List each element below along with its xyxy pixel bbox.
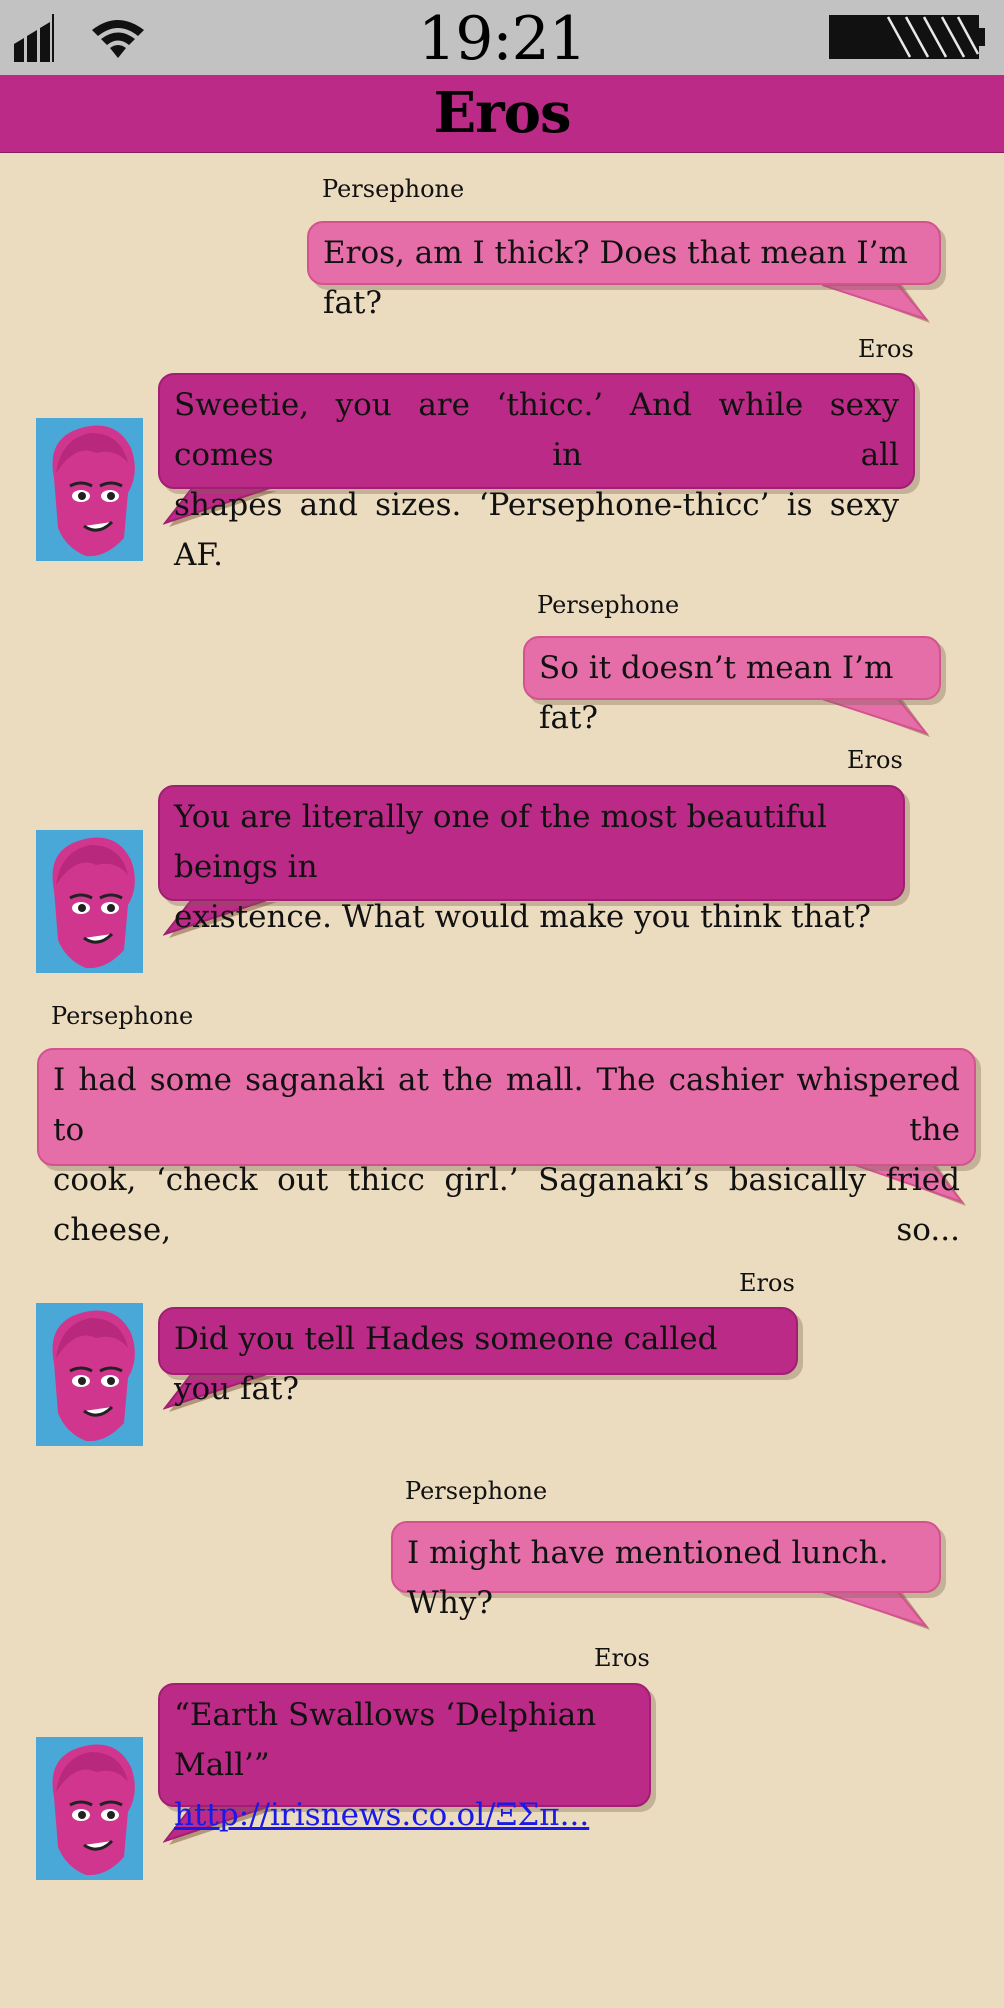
message-text: “Earth Swallows ‘Delphian Mall’” [174, 1697, 597, 1783]
news-link[interactable]: http://irisnews.co.ol/ΞΣπ... [174, 1797, 589, 1833]
message-bubble-persephone[interactable]: I had some saganaki at the mall. The cas… [37, 1048, 976, 1248]
message-sender: Eros [739, 1269, 795, 1297]
chat-title: Eros [433, 80, 571, 146]
eros-avatar [36, 1737, 143, 1880]
message-bubble-persephone[interactable]: Eros, am I thick? Does that mean I’m fat… [307, 221, 941, 321]
message-text: I might have mentioned lunch. Why? [407, 1535, 889, 1621]
message-sender: Persephone [51, 1002, 194, 1030]
message-bubble-eros[interactable]: “Earth Swallows ‘Delphian Mall’” http://… [158, 1683, 651, 1833]
message-bubble-eros[interactable]: You are literally one of the most beauti… [158, 785, 905, 935]
message-text: Eros, am I thick? Does that mean I’m fat… [323, 235, 908, 321]
message-sender: Persephone [405, 1477, 548, 1505]
message-bubble-persephone[interactable]: So it doesn’t mean I’m fat? [523, 636, 941, 736]
bubble-tail [822, 1592, 930, 1630]
message-text-line: existence. What would make you think tha… [174, 899, 872, 935]
eros-avatar [36, 830, 143, 973]
message-sender: Persephone [537, 591, 680, 619]
message-text-line: cook, ‘check out thicc girl.’ Saganaki’s… [53, 1162, 960, 1248]
message-sender: Eros [847, 746, 903, 774]
message-sender: Eros [858, 335, 914, 363]
bubble-tail [822, 285, 930, 323]
message-text-line: You are literally one of the most beauti… [174, 799, 827, 885]
bubble-tail [822, 699, 930, 737]
message-bubble-eros[interactable]: Sweetie, you are ‘thicc.’ And while sexy… [158, 373, 915, 573]
message-sender: Eros [594, 1644, 650, 1672]
message-sender: Persephone [322, 175, 465, 203]
message-bubble-eros[interactable]: Did you tell Hades someone called you fa… [158, 1307, 798, 1407]
battery-icon [829, 15, 985, 59]
message-text: Did you tell Hades someone called you fa… [174, 1321, 718, 1407]
eros-avatar [36, 1303, 143, 1446]
eros-avatar [36, 418, 143, 561]
message-text-line: Sweetie, you are ‘thicc.’ And while sexy… [174, 387, 899, 473]
message-text-line: shapes and sizes. ‘Persephone-thicc’ is … [174, 487, 899, 573]
chat-header: Eros [0, 75, 1004, 153]
message-bubble-persephone[interactable]: I might have mentioned lunch. Why? [391, 1521, 941, 1621]
message-text-line: I had some saganaki at the mall. The cas… [53, 1062, 960, 1148]
status-bar: 19:21 [0, 0, 1004, 75]
